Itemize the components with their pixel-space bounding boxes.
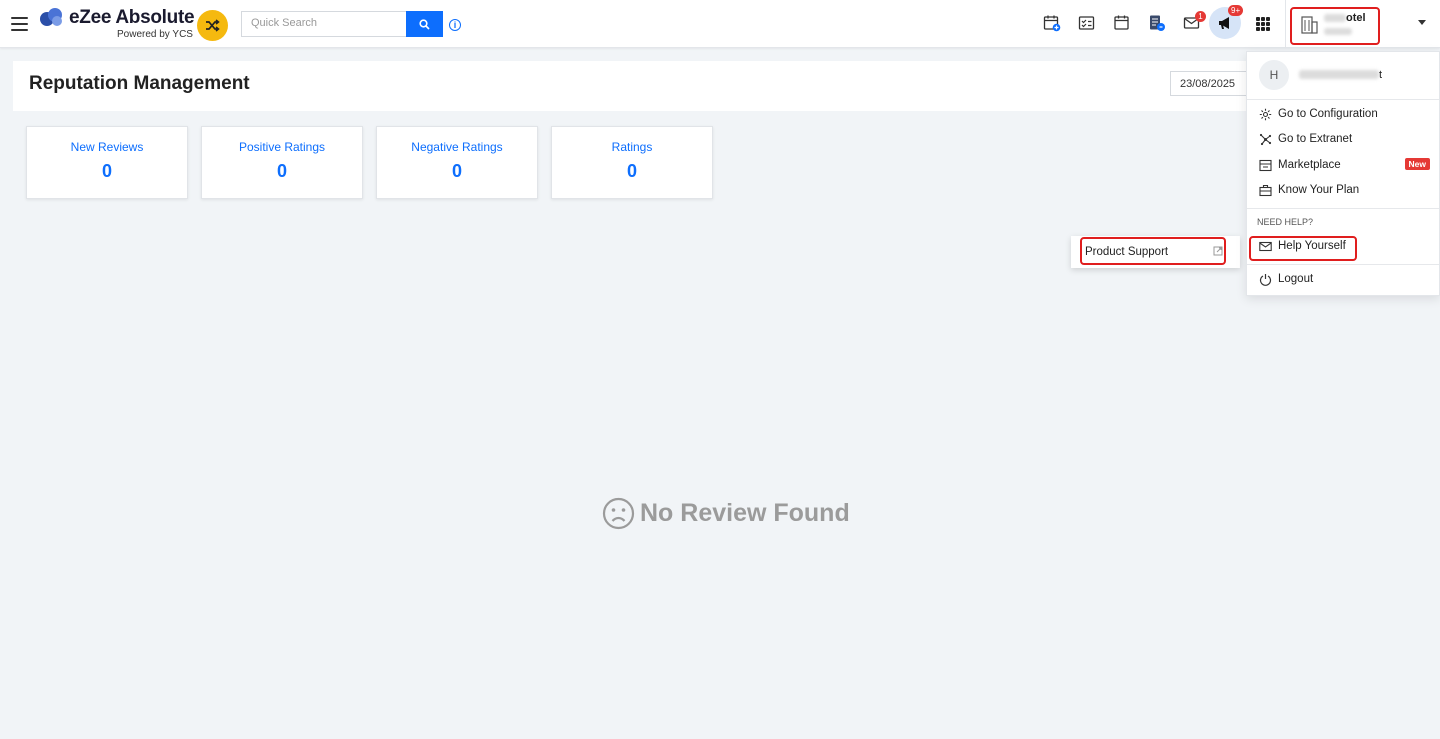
toolbar-divider bbox=[1285, 0, 1286, 48]
menu-item-logout[interactable]: Logout bbox=[1259, 269, 1434, 289]
brand-title: eZee Absolute bbox=[69, 7, 195, 28]
hotel-sub-redacted bbox=[1324, 28, 1352, 35]
menu-item-label: Logout bbox=[1278, 273, 1314, 285]
power-icon bbox=[1259, 273, 1272, 286]
username-redacted bbox=[1299, 70, 1379, 79]
stat-card-ratings[interactable]: Ratings 0 bbox=[551, 126, 713, 199]
hotel-building-icon bbox=[1301, 16, 1318, 34]
stat-label: Ratings bbox=[611, 140, 653, 154]
new-badge: New bbox=[1404, 158, 1430, 170]
date-picker[interactable]: 23/08/2025 bbox=[1170, 71, 1250, 96]
menu-item-help-yourself[interactable]: Help Yourself bbox=[1259, 236, 1434, 256]
divider bbox=[1247, 208, 1439, 209]
mail-icon[interactable]: 1 bbox=[1183, 11, 1206, 32]
apps-grid-icon[interactable] bbox=[1256, 17, 1270, 31]
report-icon[interactable] bbox=[1148, 14, 1166, 32]
stat-label: Positive Ratings bbox=[238, 140, 326, 154]
stat-card-new-reviews[interactable]: New Reviews 0 bbox=[26, 126, 188, 199]
briefcase-icon bbox=[1259, 184, 1272, 196]
gear-icon bbox=[1259, 108, 1272, 120]
menu-item-label: Go to Extranet bbox=[1278, 133, 1353, 145]
megaphone-icon bbox=[1219, 17, 1229, 29]
stat-value: 0 bbox=[276, 161, 287, 181]
search-icon bbox=[419, 18, 430, 30]
sad-face-icon bbox=[602, 497, 635, 530]
stat-card-positive-ratings[interactable]: Positive Ratings 0 bbox=[201, 126, 363, 199]
brand-subtitle: Powered by YCS bbox=[117, 29, 193, 40]
top-bar: eZee Absolute Powered by YCS Quick Searc… bbox=[0, 0, 1440, 48]
product-support-link[interactable]: Product Support bbox=[1080, 237, 1226, 265]
hotel-selector[interactable]: otel bbox=[1290, 7, 1380, 45]
menu-item-extranet[interactable]: Go to Extranet bbox=[1259, 129, 1434, 149]
empty-state: No Review Found bbox=[602, 497, 850, 530]
menu-item-label: Marketplace bbox=[1278, 159, 1341, 171]
shuffle-icon[interactable] bbox=[197, 10, 228, 41]
checklist-icon[interactable] bbox=[1078, 14, 1096, 32]
search-button[interactable] bbox=[406, 11, 443, 37]
calendar-add-icon[interactable] bbox=[1043, 14, 1061, 32]
calendar-icon[interactable] bbox=[1113, 14, 1131, 32]
stat-value: 0 bbox=[451, 161, 462, 181]
stat-label: New Reviews bbox=[70, 140, 144, 154]
brand-logo[interactable]: eZee Absolute Powered by YCS bbox=[39, 7, 229, 41]
menu-icon[interactable] bbox=[11, 17, 28, 31]
username-suffix: t bbox=[1379, 69, 1383, 81]
need-help-heading: NEED HELP? bbox=[1257, 217, 1314, 227]
hotel-name: otel bbox=[1346, 12, 1366, 24]
caret-down-icon[interactable] bbox=[1418, 20, 1426, 25]
hotel-name-redacted bbox=[1324, 14, 1346, 22]
network-icon bbox=[1259, 133, 1272, 145]
stat-value: 0 bbox=[101, 161, 112, 181]
menu-item-label: Go to Configuration bbox=[1278, 108, 1378, 120]
stat-card-negative-ratings[interactable]: Negative Ratings 0 bbox=[376, 126, 538, 199]
menu-item-label: Know Your Plan bbox=[1278, 184, 1360, 196]
empty-state-text: No Review Found bbox=[640, 499, 850, 527]
quick-search-input[interactable]: Quick Search bbox=[241, 11, 407, 37]
stat-value: 0 bbox=[626, 161, 637, 181]
announcements-button[interactable]: 9+ bbox=[1209, 5, 1244, 39]
store-icon bbox=[1259, 159, 1272, 171]
mail-count-badge: 1 bbox=[1195, 11, 1206, 22]
divider bbox=[1247, 264, 1439, 265]
ezee-logo-mark-icon bbox=[40, 8, 62, 26]
menu-item-label: Help Yourself bbox=[1278, 240, 1346, 252]
divider bbox=[1247, 99, 1439, 100]
external-link-icon[interactable] bbox=[1213, 246, 1223, 256]
menu-item-know-your-plan[interactable]: Know Your Plan bbox=[1259, 180, 1434, 200]
menu-item-configuration[interactable]: Go to Configuration bbox=[1259, 104, 1434, 124]
avatar: H bbox=[1259, 60, 1289, 90]
info-icon[interactable]: i bbox=[449, 19, 461, 31]
user-dropdown-menu: H t Go to Configuration Go to Extranet M… bbox=[1246, 51, 1440, 296]
announcement-count-badge: 9+ bbox=[1228, 5, 1244, 16]
page-title: Reputation Management bbox=[29, 73, 250, 94]
page-header: Reputation Management bbox=[13, 61, 1253, 111]
stat-label: Negative Ratings bbox=[411, 140, 503, 154]
mail-icon bbox=[1259, 241, 1272, 251]
